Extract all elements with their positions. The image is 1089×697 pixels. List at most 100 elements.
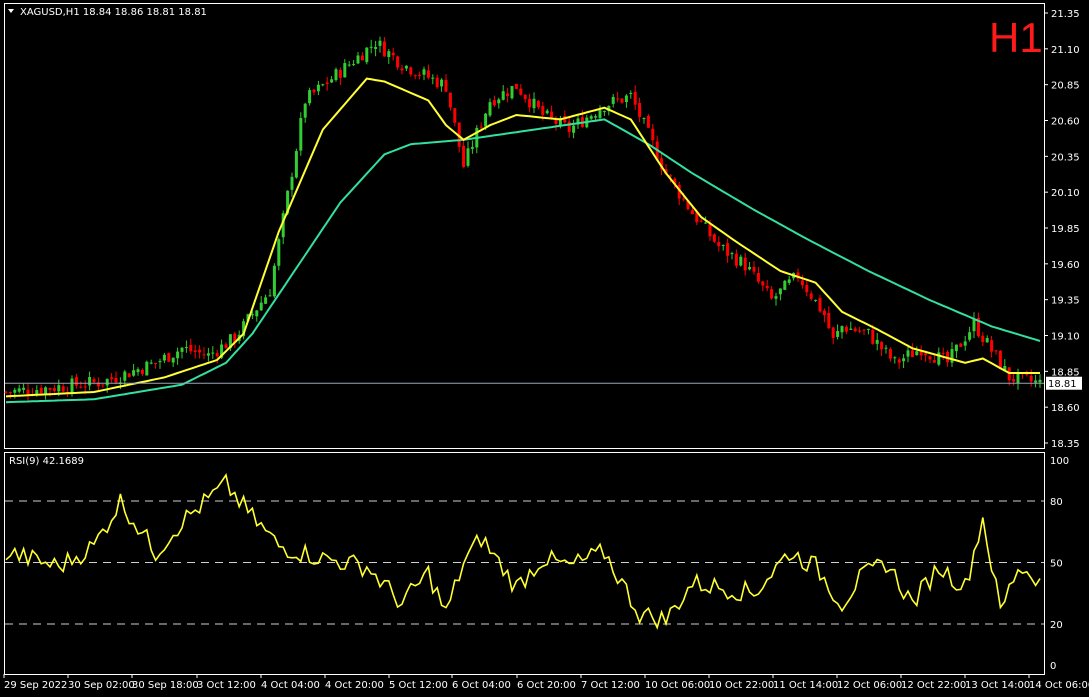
candle-body: [167, 353, 171, 362]
candle-body: [959, 343, 963, 347]
candle-body: [88, 377, 92, 386]
candle-body: [915, 351, 919, 356]
candle-body: [338, 69, 342, 78]
time-tick-label: 14 Oct 06:00: [1029, 680, 1089, 691]
candle-body: [690, 210, 694, 215]
candle-body: [206, 353, 210, 356]
time-tick-label: 4 Oct 04:00: [261, 680, 320, 691]
candle-body: [528, 98, 532, 108]
candle-body: [400, 68, 404, 71]
candle-body: [624, 95, 628, 102]
candle-body: [589, 116, 593, 119]
price-tick-label: 18.60: [1051, 403, 1080, 414]
candle-body: [739, 256, 743, 266]
candle-body: [154, 362, 158, 364]
candle-body: [902, 358, 906, 362]
candle-body: [448, 92, 452, 108]
price-tick-label: 19.35: [1051, 296, 1080, 307]
candle-body: [884, 347, 888, 349]
chart-canvas[interactable]: 21.35 21.10 20.85 20.60 20.35 20.10 19.85 19.60…: [0, 0, 1089, 697]
candle-body: [1012, 379, 1016, 382]
candle-body: [682, 198, 686, 200]
candle-body: [435, 77, 439, 88]
candle-body: [61, 386, 65, 392]
time-tick-label: 3 Oct 12:00: [197, 680, 256, 691]
candle-body: [734, 253, 738, 266]
candle-body: [352, 64, 356, 66]
candle-body: [404, 65, 408, 69]
rsi-tick-label: 100: [1050, 456, 1069, 467]
candle-body: [778, 288, 782, 295]
candle-body: [985, 338, 989, 343]
candle-body: [479, 126, 483, 128]
candle-body: [893, 357, 897, 359]
candle-body: [431, 77, 435, 79]
rsi-tick-label: 0: [1050, 661, 1056, 672]
time-tick-label: 29 Sep 2022: [4, 680, 67, 691]
price-tick-label: 18.35: [1051, 439, 1080, 450]
rsi-tick-label: 80: [1050, 497, 1063, 508]
candle-body: [730, 253, 734, 255]
candle-body: [343, 63, 347, 78]
candle-body: [602, 111, 606, 113]
candle-body: [70, 378, 74, 394]
candle-body: [787, 279, 791, 283]
price-tick-label: 21.10: [1051, 45, 1080, 56]
candle-body: [629, 92, 633, 94]
candle-body: [814, 299, 818, 301]
candle-body: [308, 90, 312, 104]
candle-body: [752, 267, 756, 272]
time-tick-label: 10 Oct 06:00: [645, 680, 710, 691]
candle-body: [633, 91, 637, 105]
candle-body: [950, 349, 954, 363]
candle-body: [264, 297, 268, 304]
candle-body: [924, 353, 928, 356]
candle-body: [1038, 379, 1042, 383]
candle-body: [101, 384, 105, 386]
candle-body: [866, 328, 870, 330]
candle-body: [189, 345, 193, 352]
candle-body: [541, 106, 545, 115]
candle-body: [321, 84, 325, 86]
candle-body: [708, 224, 712, 237]
current-price-tag: 18.81: [1046, 376, 1082, 390]
candle-body: [316, 84, 320, 92]
candle-body: [26, 389, 30, 395]
candle-body: [374, 47, 378, 49]
candle-body: [910, 350, 914, 358]
candle-body: [127, 373, 131, 378]
candle-body: [444, 79, 448, 92]
candle-body: [717, 242, 721, 247]
candle-body: [871, 329, 875, 344]
candle-body: [418, 74, 422, 76]
time-tick-label: 13 Oct 14:00: [965, 680, 1030, 691]
candle-body: [805, 284, 809, 293]
candle-body: [990, 340, 994, 352]
candle-body: [783, 280, 787, 290]
price-tick-label: 20.85: [1051, 81, 1080, 92]
symbol-header: XAGUSD,H1 18.84 18.86 18.81 18.81: [20, 7, 207, 18]
candle-body: [523, 94, 527, 100]
candle-body: [906, 350, 910, 357]
candle-body: [770, 289, 774, 299]
candle-body: [110, 377, 114, 380]
candle-body: [180, 347, 184, 352]
candle-body: [897, 359, 901, 363]
candle-body: [396, 56, 400, 68]
candle-body: [699, 220, 703, 222]
candle-body: [888, 348, 892, 359]
rsi-tick-label: 20: [1050, 620, 1063, 631]
candle-body: [22, 387, 26, 390]
candle-body: [13, 389, 17, 393]
candle-body: [532, 98, 536, 109]
candle-body: [853, 328, 857, 332]
candle-body: [162, 354, 166, 361]
candle-body: [761, 281, 765, 286]
candle-body: [501, 91, 505, 100]
candle-body: [875, 339, 879, 344]
candle-body: [132, 370, 136, 376]
candle-body: [594, 116, 598, 118]
candle-body: [290, 176, 294, 190]
candle-body: [114, 377, 118, 383]
candle-body: [312, 89, 316, 93]
